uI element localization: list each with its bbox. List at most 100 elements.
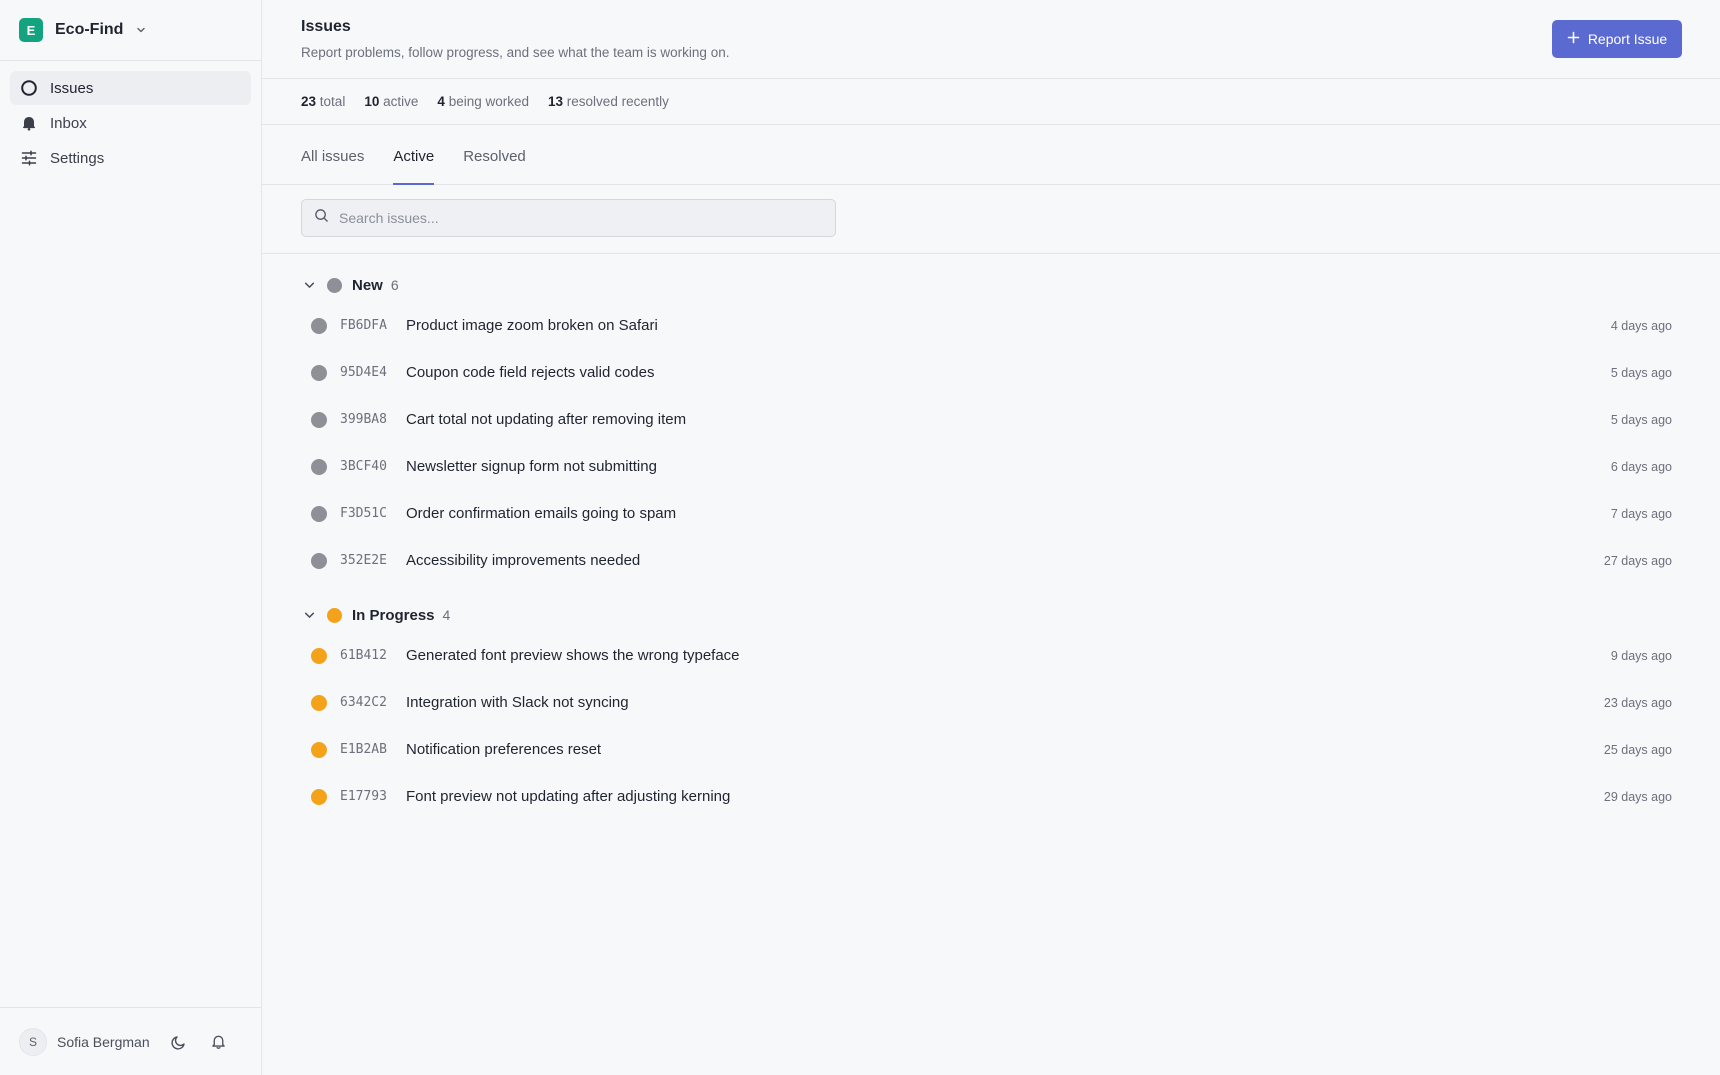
issue-row[interactable]: FB6DFA Product image zoom broken on Safar… (301, 302, 1681, 349)
status-dot (311, 694, 327, 711)
workspace-switcher[interactable]: E Eco-Find (0, 0, 261, 61)
stat-active: 10 active (364, 94, 418, 109)
stat-label: active (383, 94, 419, 109)
chevron-down-icon (135, 24, 147, 36)
avatar[interactable]: S (19, 1027, 47, 1056)
issue-title: Generated font preview shows the wrong t… (406, 647, 740, 664)
user-name[interactable]: Sofia Bergman (57, 1034, 150, 1050)
status-dot (311, 364, 327, 381)
issue-row[interactable]: F3D51C Order confirmation emails going to… (301, 490, 1681, 537)
issue-row[interactable]: 95D4E4 Coupon code field rejects valid co… (301, 349, 1681, 396)
issue-timestamp: 6 days ago (1610, 459, 1672, 474)
sidebar-item-label: Settings (50, 149, 105, 167)
status-dot (327, 607, 342, 623)
issue-title: Notification preferences reset (406, 741, 602, 758)
plus-icon (1567, 31, 1580, 47)
issue-list: New 6 FB6DFA Product image zoom broken on S… (262, 254, 1720, 820)
issue-title: Integration with Slack not syncing (406, 694, 629, 711)
stat-label: resolved recently (566, 94, 669, 109)
issue-row[interactable]: 399BA8 Cart total not updating after remo… (301, 396, 1681, 443)
group-name: New (352, 276, 383, 294)
notifications-bell-icon[interactable] (208, 1031, 230, 1053)
group-name: In Progress (352, 606, 435, 624)
page-title: Issues (301, 18, 351, 35)
issue-timestamp: 25 days ago (1603, 742, 1672, 757)
issue-id: E1B2AB (340, 742, 387, 757)
report-issue-button[interactable]: Report Issue (1552, 20, 1682, 58)
search-input[interactable] (339, 210, 823, 226)
group-header[interactable]: In Progress 4 (301, 598, 1681, 632)
stat-value: 10 (364, 94, 380, 109)
issue-group-new: New 6 FB6DFA Product image zoom broken on S… (301, 268, 1681, 584)
stat-value: 23 (301, 94, 317, 109)
stat-label: being worked (448, 94, 529, 109)
sidebar-item-inbox[interactable]: Inbox (10, 106, 251, 140)
sliders-icon (20, 149, 38, 167)
page-header: Issues Report problems, follow progress,… (262, 0, 1720, 79)
status-dot (311, 505, 327, 522)
issue-id: 399BA8 (340, 412, 387, 427)
issue-stats: 23 total 10 active 4 being worked 13 res… (262, 79, 1720, 125)
search-box (301, 199, 836, 237)
sidebar-footer: S Sofia Bergman (0, 1007, 261, 1075)
issue-row[interactable]: 61B412 Generated font preview shows the w… (301, 632, 1681, 679)
issue-id: FB6DFA (340, 318, 387, 333)
issue-timestamp: 27 days ago (1603, 553, 1672, 568)
workspace-logo: E (19, 18, 43, 42)
status-dot (311, 788, 327, 805)
issue-row[interactable]: 352E2E Accessibility improvements needed 2… (301, 537, 1681, 584)
bell-icon (20, 114, 38, 132)
sidebar-nav: Issues Inbox Settings (0, 61, 261, 186)
issue-title: Accessibility improvements needed (406, 552, 641, 569)
issue-title: Coupon code field rejects valid codes (406, 364, 655, 381)
issue-timestamp: 9 days ago (1610, 648, 1672, 663)
issue-timestamp: 5 days ago (1610, 365, 1672, 380)
group-count: 6 (390, 277, 399, 293)
chevron-down-icon (301, 279, 317, 292)
status-dot (311, 458, 327, 475)
issue-id: 95D4E4 (340, 365, 387, 380)
moon-icon[interactable] (168, 1031, 190, 1053)
search-icon (314, 208, 329, 228)
stat-total: 23 total (301, 94, 345, 109)
workspace-name: Eco-Find (55, 21, 124, 38)
issue-title: Product image zoom broken on Safari (406, 317, 658, 334)
status-dot (311, 411, 327, 428)
tab-resolved[interactable]: Resolved (463, 148, 526, 184)
issue-id: 3BCF40 (340, 459, 387, 474)
stat-value: 13 (548, 94, 564, 109)
issue-title: Order confirmation emails going to spam (406, 505, 677, 522)
issue-row[interactable]: 6342C2 Integration with Slack not syncing… (301, 679, 1681, 726)
sidebar-item-label: Issues (50, 79, 94, 97)
group-header[interactable]: New 6 (301, 268, 1681, 302)
stat-resolved-recently: 13 resolved recently (548, 94, 669, 109)
issue-title: Font preview not updating after adjustin… (406, 788, 731, 805)
issue-tabs: All issues Active Resolved (262, 125, 1720, 185)
sidebar-item-label: Inbox (50, 114, 87, 132)
status-dot (311, 552, 327, 569)
stat-value: 4 (437, 94, 445, 109)
issue-id: E17793 (340, 789, 387, 804)
issue-group-in-progress: In Progress 4 61B412 Generated font preview… (301, 598, 1681, 820)
stat-being-worked: 4 being worked (437, 94, 529, 109)
circle-icon (20, 79, 38, 97)
sidebar-item-settings[interactable]: Settings (10, 141, 251, 175)
tab-all-issues[interactable]: All issues (301, 148, 364, 184)
issue-row[interactable]: E1B2AB Notification preferences reset 25 d… (301, 726, 1681, 773)
main-content: Issues Report problems, follow progress,… (262, 0, 1720, 1075)
issue-timestamp: 29 days ago (1603, 789, 1672, 804)
issue-title: Newsletter signup form not submitting (406, 458, 657, 475)
issue-timestamp: 5 days ago (1610, 412, 1672, 427)
report-issue-label: Report Issue (1587, 31, 1668, 47)
issue-row[interactable]: 3BCF40 Newsletter signup form not submitt… (301, 443, 1681, 490)
issue-timestamp: 7 days ago (1610, 506, 1672, 521)
status-dot (311, 317, 327, 334)
page-subtitle: Report problems, follow progress, and se… (301, 45, 730, 60)
issue-id: F3D51C (340, 506, 387, 521)
stat-label: total (319, 94, 346, 109)
sidebar-item-issues[interactable]: Issues (10, 71, 251, 105)
issue-timestamp: 4 days ago (1610, 318, 1672, 333)
status-dot (311, 647, 327, 664)
issue-row[interactable]: E17793 Font preview not updating after ad… (301, 773, 1681, 820)
tab-active[interactable]: Active (393, 148, 434, 185)
